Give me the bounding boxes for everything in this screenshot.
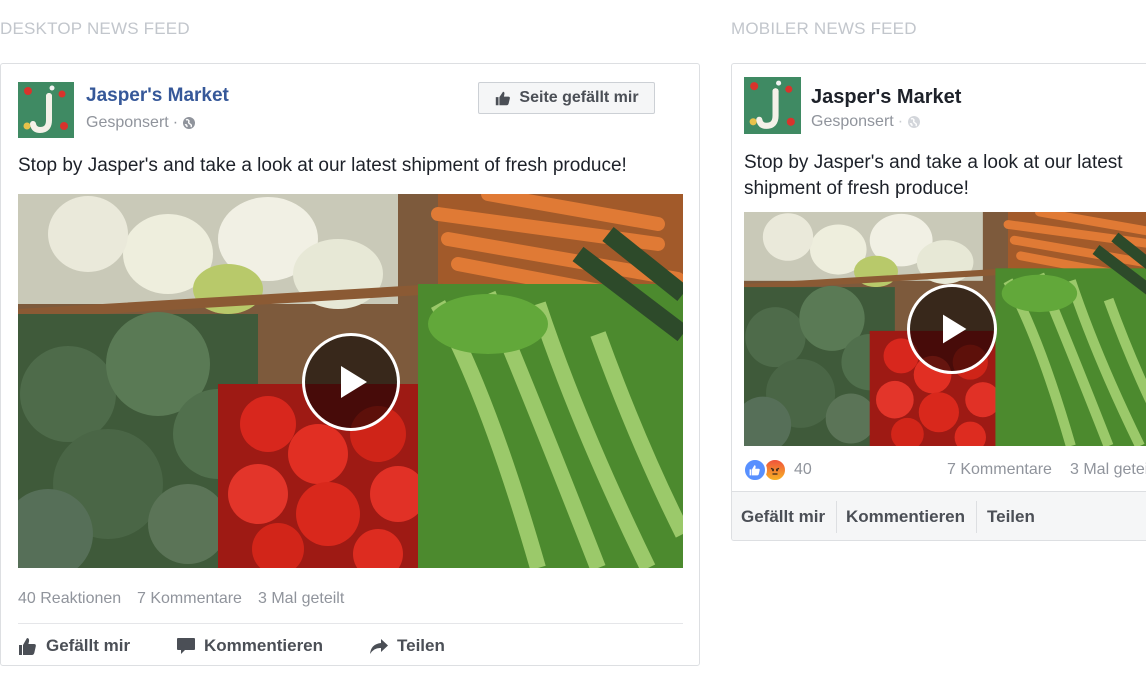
desktop-post-card: Jasper's Market Gesponsert · Seite gefäl… bbox=[0, 63, 700, 666]
like-page-label: Seite gefällt mir bbox=[519, 89, 639, 106]
share-arrow-icon bbox=[370, 639, 388, 654]
desktop-section-title: DESKTOP NEWS FEED bbox=[0, 19, 190, 38]
reaction-count: 40 bbox=[794, 461, 812, 478]
play-icon bbox=[943, 314, 967, 344]
like-action-label: Gefällt mir bbox=[741, 507, 826, 526]
post-text: Stop by Jasper's and take a look at our … bbox=[18, 155, 627, 176]
actions-divider bbox=[18, 623, 683, 624]
sponsored-separator: · bbox=[897, 113, 904, 130]
globe-icon bbox=[908, 116, 921, 128]
page-name-link[interactable]: Jasper's Market bbox=[86, 85, 229, 107]
share-action-label: Teilen bbox=[397, 636, 445, 655]
like-reaction-icon bbox=[743, 458, 767, 482]
share-action-button[interactable]: Teilen bbox=[987, 492, 1035, 540]
page-name-link[interactable]: Jasper's Market bbox=[811, 86, 961, 109]
like-page-button[interactable]: Seite gefällt mir bbox=[478, 82, 655, 114]
page-logo[interactable] bbox=[18, 82, 74, 138]
like-action-button[interactable]: Gefällt mir bbox=[741, 492, 826, 540]
page-logo[interactable] bbox=[744, 77, 801, 134]
sponsored-text[interactable]: Gesponsert bbox=[811, 113, 894, 131]
sponsored-label: Gesponsert · bbox=[811, 113, 921, 131]
play-button[interactable] bbox=[302, 333, 400, 431]
sponsored-text[interactable]: Gesponsert bbox=[86, 114, 169, 132]
play-button[interactable] bbox=[907, 284, 997, 374]
thumbs-up-icon bbox=[19, 638, 36, 655]
globe-icon bbox=[183, 117, 196, 129]
like-action-button[interactable]: Gefällt mir bbox=[18, 633, 130, 659]
comment-action-label: Kommentieren bbox=[204, 636, 324, 655]
comments-count[interactable]: 7 Kommentare bbox=[947, 461, 1052, 479]
sponsored-label: Gesponsert · bbox=[86, 114, 196, 132]
sponsored-separator: · bbox=[172, 114, 179, 131]
mobile-section-title: MOBILER NEWS FEED bbox=[731, 19, 917, 38]
comment-bubble-icon bbox=[177, 638, 195, 654]
post-text: Stop by Jasper's and take a look at our … bbox=[744, 152, 1123, 199]
like-action-label: Gefällt mir bbox=[46, 636, 131, 655]
mobile-post-card: Jasper's Market Gesponsert · Stop by Jas… bbox=[731, 63, 1146, 541]
action-separator bbox=[976, 501, 977, 533]
play-icon bbox=[341, 366, 367, 398]
shares-count[interactable]: 3 Mal geteilt bbox=[1070, 461, 1146, 479]
comment-action-button[interactable]: Kommentieren bbox=[846, 492, 966, 540]
reaction-summary[interactable]: 40 bbox=[743, 458, 812, 482]
thumbs-up-icon bbox=[496, 91, 511, 106]
mobile-action-bar: Gefällt mir Kommentieren Teilen bbox=[732, 491, 1146, 540]
video-thumbnail[interactable] bbox=[18, 194, 683, 568]
action-separator bbox=[836, 501, 837, 533]
shares-count[interactable]: 3 Mal geteilt bbox=[258, 590, 344, 608]
reactions-count[interactable]: 40 Reaktionen bbox=[18, 590, 121, 608]
comment-action-label: Kommentieren bbox=[846, 507, 966, 526]
comment-action-button[interactable]: Kommentieren bbox=[176, 633, 323, 659]
video-thumbnail[interactable] bbox=[744, 212, 1146, 446]
share-action-button[interactable]: Teilen bbox=[369, 633, 445, 659]
comments-count[interactable]: 7 Kommentare bbox=[137, 590, 242, 608]
share-action-label: Teilen bbox=[987, 507, 1035, 526]
